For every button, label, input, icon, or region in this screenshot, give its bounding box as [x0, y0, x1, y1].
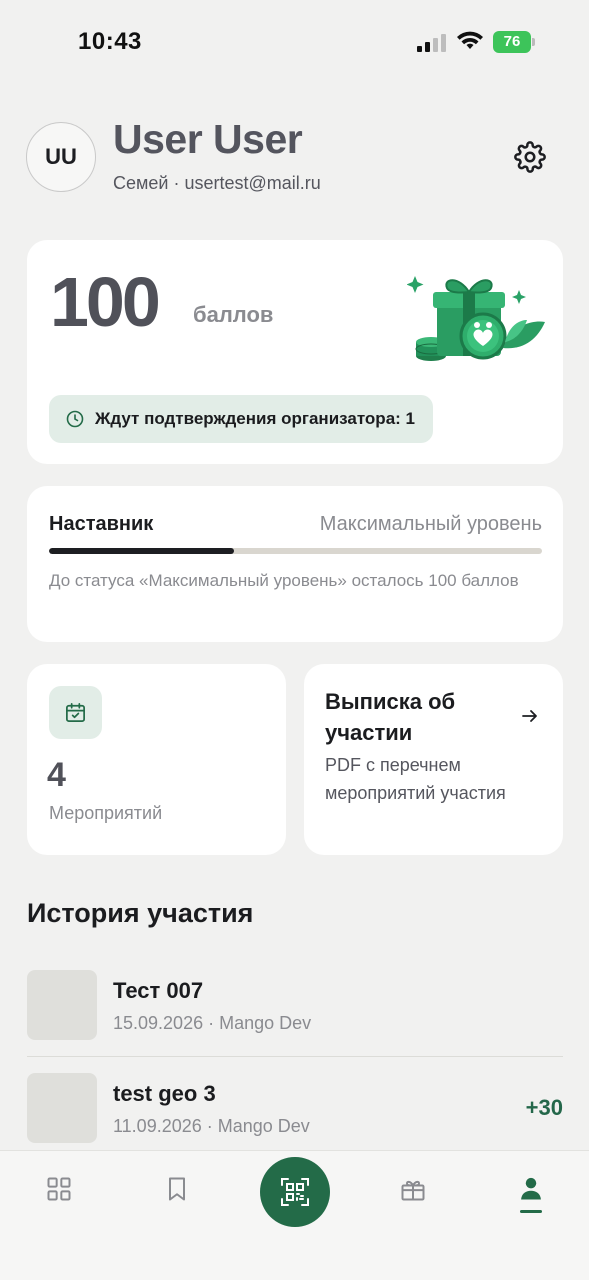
level-card[interactable]: Наставник Максимальный уровень До статус… — [27, 486, 563, 642]
points-card[interactable]: 100 баллов Ждут подтверждения организато… — [27, 240, 563, 464]
event-thumbnail — [27, 1073, 97, 1143]
history-item-meta: 15.09.2026 · Mango Dev — [113, 1013, 312, 1033]
avatar[interactable]: UU — [26, 122, 96, 192]
events-count: 4 — [47, 756, 66, 794]
pending-confirmation-badge[interactable]: Ждут подтверждения организатора: 1 — [49, 395, 433, 443]
points-unit: баллов — [193, 302, 274, 327]
calendar-badge — [49, 686, 102, 739]
history-item-points: +30 — [525, 1095, 563, 1120]
bookmark-icon[interactable] — [163, 1175, 191, 1203]
grid-icon[interactable] — [45, 1175, 73, 1203]
level-progress-bar — [49, 548, 542, 554]
profile-icon[interactable] — [517, 1175, 545, 1203]
nav-active-indicator — [520, 1210, 542, 1213]
events-label: Мероприятий — [49, 803, 163, 823]
participation-statement-card[interactable]: Выписка об участии PDF с перечнем меропр… — [304, 664, 563, 855]
qr-icon — [281, 1178, 309, 1206]
level-current: Наставник — [49, 513, 154, 535]
history-title: История участия — [27, 898, 254, 928]
level-progress-fill — [49, 548, 234, 554]
status-bar: 10:43 76 — [0, 0, 589, 86]
level-note: До статуса «Максимальный уровень» остало… — [49, 571, 519, 590]
level-next: Максимальный уровень — [319, 513, 542, 535]
divider — [27, 1056, 563, 1057]
wifi-icon — [457, 31, 483, 49]
arrow-right-icon — [522, 710, 537, 722]
calendar-check-icon — [66, 703, 85, 722]
cellular-signal-icon — [417, 34, 447, 52]
settings-gear-icon[interactable] — [514, 141, 546, 173]
clock-icon — [66, 410, 84, 428]
pending-label: Ждут подтверждения организатора: 1 — [95, 409, 415, 428]
points-value: 100 — [50, 263, 161, 341]
history-item[interactable]: test geo 3 11.09.2026 · Mango Dev +30 — [27, 1073, 563, 1145]
gift-icon[interactable] — [399, 1175, 427, 1203]
statement-title: Выписка об участии — [325, 689, 456, 745]
status-time: 10:43 — [78, 28, 142, 55]
battery-level: 76 — [493, 31, 531, 53]
gift-illustration-icon — [407, 276, 545, 361]
statement-description: PDF с перечнем мероприятий участия — [325, 755, 506, 803]
user-name: User User — [113, 116, 303, 162]
history-item-title: Тест 007 — [113, 978, 204, 1003]
history-item-title: test geo 3 — [113, 1081, 216, 1106]
bottom-navigation — [0, 1150, 589, 1280]
qr-scan-button[interactable] — [260, 1157, 330, 1227]
battery-icon: 76 — [493, 31, 535, 53]
event-thumbnail — [27, 970, 97, 1040]
events-card[interactable]: 4 Мероприятий — [27, 664, 286, 855]
user-subtitle: Семей · usertest@mail.ru — [113, 173, 321, 193]
history-item-meta: 11.09.2026 · Mango Dev — [113, 1116, 310, 1136]
history-item[interactable]: Тест 007 15.09.2026 · Mango Dev — [27, 970, 563, 1042]
